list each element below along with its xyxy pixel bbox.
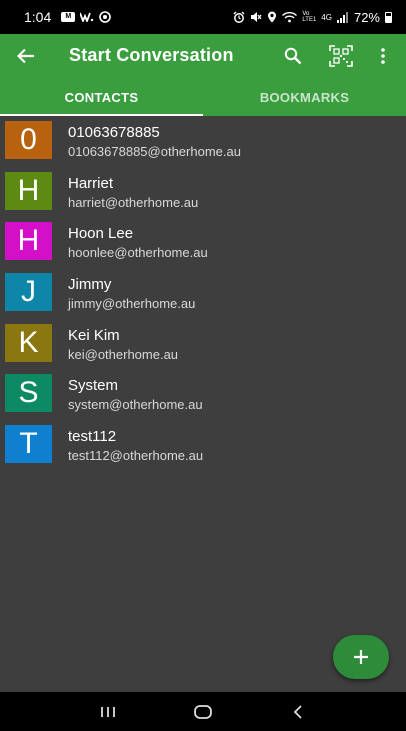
contact-item[interactable]: K Kei Kim kei@otherhome.au xyxy=(0,319,406,370)
contact-name: System xyxy=(68,377,119,395)
contact-name: Harriet xyxy=(68,174,114,192)
contact-email: jimmy@otherhome.au xyxy=(68,296,196,312)
w-app-icon xyxy=(80,12,94,22)
contact-name: Jimmy xyxy=(68,276,112,294)
avatar: H xyxy=(5,222,52,261)
back-icon[interactable] xyxy=(278,697,318,727)
contact-item[interactable]: S System system@otherhome.au xyxy=(0,369,406,420)
contact-name: 01063678885 xyxy=(68,124,160,141)
battery-percent: 72% xyxy=(353,9,380,25)
tab-contacts-label: CONTACTS xyxy=(64,89,139,105)
signal-icon xyxy=(336,11,349,23)
avatar: H xyxy=(5,171,52,210)
avatar: K xyxy=(5,323,52,362)
add-icon xyxy=(354,650,368,664)
status-time: 1:04 xyxy=(24,9,52,25)
network-4g-label: 4G xyxy=(321,12,332,22)
more-vert-icon[interactable] xyxy=(369,42,397,70)
contact-name: Hoon Lee xyxy=(68,225,134,243)
contact-item[interactable]: J Jimmy jimmy@otherhome.au xyxy=(0,268,406,319)
tab-bar: CONTACTS BOOKMARKS xyxy=(0,78,406,116)
screen: 1:04 M Vo LTE1 4G 72% Start Conversation… xyxy=(0,0,406,731)
contact-name: Kei Kim xyxy=(68,326,120,344)
recent-apps-icon[interactable] xyxy=(88,697,128,727)
home-icon[interactable] xyxy=(183,697,223,727)
contact-email: hoonlee@otherhome.au xyxy=(68,245,208,261)
wifi-icon xyxy=(282,11,298,23)
avatar: J xyxy=(5,273,52,312)
contact-email: harriet@otherhome.au xyxy=(68,194,199,210)
contact-item[interactable]: H Harriet harriet@otherhome.au xyxy=(0,167,406,218)
volte-icon: Vo LTE1 xyxy=(302,11,316,23)
system-nav-bar xyxy=(0,692,406,731)
avatar: S xyxy=(5,374,52,413)
volte-bottom-label: LTE1 xyxy=(302,17,317,23)
gmail-icon: M xyxy=(61,12,76,22)
status-right: Vo LTE1 4G 72% xyxy=(233,10,392,25)
mute-icon xyxy=(250,11,262,23)
page-title: Start Conversation xyxy=(69,45,234,65)
contact-item[interactable]: 0 01063678885 01063678885@otherhome.au xyxy=(0,116,406,167)
arrow-back-icon[interactable] xyxy=(12,42,40,70)
contact-item[interactable]: T test112 test112@otherhome.au xyxy=(0,420,406,471)
app-bar: Start Conversation CONTACTS BOOKMARKS xyxy=(0,34,406,116)
status-left: 1:04 M xyxy=(24,9,112,25)
qr-code-icon[interactable] xyxy=(327,42,355,70)
toolbar: Start Conversation xyxy=(0,34,406,78)
avatar: 0 xyxy=(5,121,52,159)
tab-contacts[interactable]: CONTACTS xyxy=(0,78,203,116)
battery-icon xyxy=(385,11,392,23)
alarm-icon xyxy=(233,11,245,23)
contact-email: kei@otherhome.au xyxy=(68,346,179,362)
add-contact-button[interactable] xyxy=(333,635,389,679)
contact-email: test112@otherhome.au xyxy=(68,448,204,464)
search-icon[interactable] xyxy=(279,42,307,70)
tab-bookmarks[interactable]: BOOKMARKS xyxy=(203,78,406,116)
camera-icon xyxy=(99,11,112,23)
contact-name: test112 xyxy=(68,428,117,446)
status-bar: 1:04 M Vo LTE1 4G 72% xyxy=(0,0,406,34)
location-icon xyxy=(267,11,277,23)
avatar: T xyxy=(5,425,52,464)
contact-email: 01063678885@otherhome.au xyxy=(68,144,241,159)
tab-bookmarks-label: BOOKMARKS xyxy=(259,89,350,105)
contact-item[interactable]: H Hoon Lee hoonlee@otherhome.au xyxy=(0,217,406,268)
contact-list: 0 01063678885 01063678885@otherhome.au H… xyxy=(0,116,406,471)
contact-email: system@otherhome.au xyxy=(68,397,203,413)
